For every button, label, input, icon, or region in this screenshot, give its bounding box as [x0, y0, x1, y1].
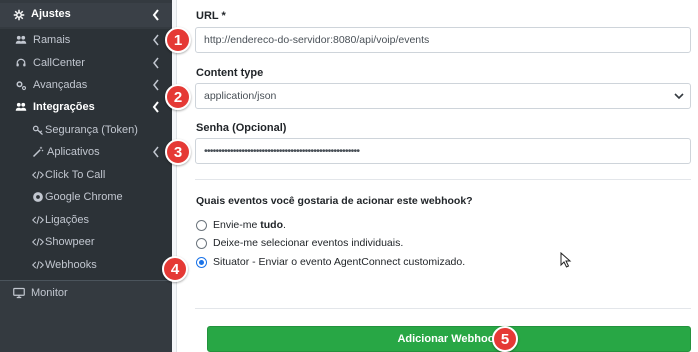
sidebar-item-avancadas[interactable]: Avançadas: [0, 74, 172, 96]
sidebar-item-google-chrome[interactable]: Google Chrome: [0, 186, 172, 208]
code-icon: [31, 258, 45, 272]
sidebar-item-label: Ligações: [45, 214, 90, 226]
add-webhook-button-label: Adicionar Webhook: [397, 333, 501, 345]
users-icon: [14, 100, 28, 114]
radio-option-individual-events[interactable]: Deixe-me selecionar eventos individuais.: [196, 237, 403, 249]
password-label: Senha (Opcional): [196, 122, 287, 134]
step-badge-2: 2: [165, 84, 191, 110]
radio-button-checked[interactable]: [196, 256, 207, 268]
sidebar-item-ramais[interactable]: Ramais: [0, 29, 172, 51]
headset-icon: [14, 56, 28, 70]
main-content: URL * http://endereco-do-servidor:8080/a…: [172, 0, 698, 352]
code-icon: [31, 168, 45, 182]
magic-wand-icon: [31, 145, 45, 159]
chevron-left-icon: [152, 101, 160, 113]
content-type-select[interactable]: application/json: [195, 83, 691, 109]
section-divider: [195, 308, 691, 309]
sidebar-item-integracoes[interactable]: Integrações: [0, 96, 172, 118]
step-badge-3: 3: [165, 139, 191, 165]
gear-icon: [12, 8, 26, 22]
radio-option-everything[interactable]: Envie-me tudo.: [196, 219, 286, 231]
events-question: Quais eventos você gostaria de acionar e…: [196, 195, 473, 207]
webhook-form-card: URL * http://endereco-do-servidor:8080/a…: [176, 0, 698, 352]
sidebar-item-label: Click To Call: [45, 169, 106, 181]
sidebar-item-label: Ramais: [33, 34, 71, 46]
sidebar-item-label: Avançadas: [33, 79, 88, 91]
sidebar-item-showpeer[interactable]: Showpeer: [0, 231, 172, 253]
sidebar: Ajustes Ramais CallCenter Avançadas Inte…: [0, 0, 172, 352]
chrome-icon: [31, 190, 45, 204]
sidebar-item-webhooks[interactable]: Webhooks: [0, 254, 172, 276]
content-type-value: application/json: [204, 90, 277, 102]
radio-label: Envie-me tudo.: [213, 219, 286, 231]
sidebar-item-label: Monitor: [31, 287, 68, 299]
monitor-icon: [12, 286, 26, 300]
users-icon: [14, 33, 28, 47]
sidebar-item-ajustes[interactable]: Ajustes: [0, 3, 172, 27]
radio-label: Situator - Enviar o evento AgentConnect …: [213, 256, 466, 268]
password-input[interactable]: ••••••••••••••••••••••••••••••••••••••••…: [195, 138, 691, 164]
password-input-value: ••••••••••••••••••••••••••••••••••••••••…: [204, 145, 360, 157]
sidebar-item-aplicativos[interactable]: Aplicativos: [0, 141, 172, 163]
chevron-left-icon: [152, 57, 160, 69]
code-icon: [31, 235, 45, 249]
sidebar-item-label: Integrações: [33, 101, 95, 113]
chevron-left-icon: [152, 9, 160, 21]
radio-option-situator[interactable]: Situator - Enviar o evento AgentConnect …: [196, 256, 465, 268]
chevron-left-icon: [152, 79, 160, 91]
radio-button[interactable]: [196, 237, 207, 249]
sidebar-item-label: Aplicativos: [47, 146, 100, 158]
sidebar-item-monitor[interactable]: Monitor: [0, 282, 172, 304]
step-badge-1: 1: [165, 27, 191, 53]
content-type-label: Content type: [196, 67, 264, 79]
step-badge-4: 4: [162, 256, 188, 282]
sidebar-item-ligacoes[interactable]: Ligações: [0, 209, 172, 231]
sidebar-item-label: Showpeer: [45, 236, 95, 248]
section-divider: [195, 179, 691, 180]
step-badge-5: 5: [492, 326, 518, 352]
sidebar-divider: [0, 280, 172, 281]
code-icon: [31, 213, 45, 227]
radio-label: Deixe-me selecionar eventos individuais.: [213, 237, 404, 249]
sidebar-item-label: Webhooks: [45, 259, 97, 271]
gears-icon: [14, 78, 28, 92]
chevron-down-icon: [674, 91, 684, 101]
sidebar-item-label: CallCenter: [33, 57, 85, 69]
chevron-left-icon: [152, 146, 160, 158]
sidebar-item-label: Segurança (Token): [45, 124, 138, 136]
key-icon: [31, 123, 45, 137]
sidebar-item-click-to-call[interactable]: Click To Call: [0, 164, 172, 186]
add-webhook-button[interactable]: Adicionar Webhook: [207, 326, 691, 352]
radio-button[interactable]: [196, 219, 207, 231]
chevron-left-icon: [152, 34, 160, 46]
url-label: URL *: [196, 10, 226, 22]
url-input-value: http://endereco-do-servidor:8080/api/voi…: [204, 34, 430, 46]
url-input[interactable]: http://endereco-do-servidor:8080/api/voi…: [195, 27, 691, 53]
sidebar-item-callcenter[interactable]: CallCenter: [0, 52, 172, 74]
mouse-pointer-icon: [560, 251, 572, 268]
sidebar-item-seguranca-token[interactable]: Segurança (Token): [0, 119, 172, 141]
sidebar-item-label: Ajustes: [31, 8, 71, 20]
sidebar-item-label: Google Chrome: [45, 191, 123, 203]
